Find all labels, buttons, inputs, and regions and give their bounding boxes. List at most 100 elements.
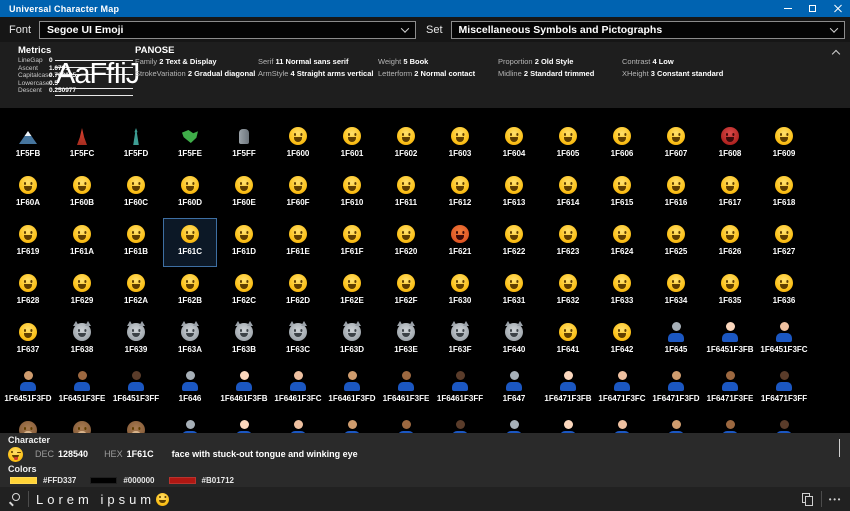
cell-1F623[interactable]: 1F623 <box>541 218 595 267</box>
cell-1F64B1F3FD[interactable]: 1F64B1F3FD <box>325 414 379 433</box>
cell-1F6461F3FC[interactable]: 1F6461F3FC <box>271 365 325 414</box>
cell-1F617[interactable]: 1F617 <box>703 169 757 218</box>
cell-1F6461F3FF[interactable]: 1F6461F3FF <box>433 365 487 414</box>
cell-1F63B[interactable]: 1F63B <box>217 316 271 365</box>
cell-1F61F[interactable]: 1F61F <box>325 218 379 267</box>
cell-1F60B[interactable]: 1F60B <box>55 169 109 218</box>
cell-1F648[interactable]: 1F648 <box>1 414 55 433</box>
cell-1F5FC[interactable]: 1F5FC <box>55 120 109 169</box>
cell-1F61C[interactable]: 1F61C <box>163 218 217 267</box>
cell-1F613[interactable]: 1F613 <box>487 169 541 218</box>
cell-1F64B[interactable]: 1F64B <box>163 414 217 433</box>
cell-1F622[interactable]: 1F622 <box>487 218 541 267</box>
cell-1F642[interactable]: 1F642 <box>595 316 649 365</box>
cell-1F64C1F3FE[interactable]: 1F64C1F3FE <box>703 414 757 433</box>
cell-1F61E[interactable]: 1F61E <box>271 218 325 267</box>
cell-1F6461F3FD[interactable]: 1F6461F3FD <box>325 365 379 414</box>
cell-1F61D[interactable]: 1F61D <box>217 218 271 267</box>
cell-1F615[interactable]: 1F615 <box>595 169 649 218</box>
cell-1F62E[interactable]: 1F62E <box>325 267 379 316</box>
cell-1F6471F3FC[interactable]: 1F6471F3FC <box>595 365 649 414</box>
minimize-button[interactable] <box>775 0 800 17</box>
cell-1F612[interactable]: 1F612 <box>433 169 487 218</box>
cell-1F64C1F3FC[interactable]: 1F64C1F3FC <box>595 414 649 433</box>
cell-1F601[interactable]: 1F601 <box>325 120 379 169</box>
cell-1F60C[interactable]: 1F60C <box>109 169 163 218</box>
cell-1F64B1F3FC[interactable]: 1F64B1F3FC <box>271 414 325 433</box>
close-button[interactable] <box>825 0 850 17</box>
cell-1F62D[interactable]: 1F62D <box>271 267 325 316</box>
cell-1F60A[interactable]: 1F60A <box>1 169 55 218</box>
cell-1F605[interactable]: 1F605 <box>541 120 595 169</box>
cell-1F606[interactable]: 1F606 <box>595 120 649 169</box>
cell-1F6471F3FF[interactable]: 1F6471F3FF <box>757 365 811 414</box>
cell-1F64B1F3FE[interactable]: 1F64B1F3FE <box>379 414 433 433</box>
font-select[interactable]: Segoe UI Emoji <box>39 21 416 39</box>
cell-1F629[interactable]: 1F629 <box>55 267 109 316</box>
cell-1F649[interactable]: 1F649 <box>55 414 109 433</box>
cell-1F626[interactable]: 1F626 <box>703 218 757 267</box>
collapse-panel-button[interactable] <box>831 49 841 59</box>
cell-1F6451F3FE[interactable]: 1F6451F3FE <box>55 365 109 414</box>
cell-1F603[interactable]: 1F603 <box>433 120 487 169</box>
cell-1F64B1F3FB[interactable]: 1F64B1F3FB <box>217 414 271 433</box>
more-options-button[interactable]: ••• <box>829 495 842 504</box>
cell-1F5FB[interactable]: 1F5FB <box>1 120 55 169</box>
cell-1F6451F3FD[interactable]: 1F6451F3FD <box>1 365 55 414</box>
cell-1F62A[interactable]: 1F62A <box>109 267 163 316</box>
cell-1F64C1F3FB[interactable]: 1F64C1F3FB <box>541 414 595 433</box>
cell-1F636[interactable]: 1F636 <box>757 267 811 316</box>
cell-1F64C1F3FD[interactable]: 1F64C1F3FD <box>649 414 703 433</box>
cell-1F60E[interactable]: 1F60E <box>217 169 271 218</box>
cell-1F630[interactable]: 1F630 <box>433 267 487 316</box>
cell-1F64C[interactable]: 1F64C <box>487 414 541 433</box>
cell-1F6451F3FC[interactable]: 1F6451F3FC <box>757 316 811 365</box>
collapse-character-panel-button[interactable] <box>839 439 840 457</box>
cell-1F62F[interactable]: 1F62F <box>379 267 433 316</box>
cell-1F614[interactable]: 1F614 <box>541 169 595 218</box>
copy-button[interactable] <box>802 493 814 506</box>
cell-1F60D[interactable]: 1F60D <box>163 169 217 218</box>
cell-1F618[interactable]: 1F618 <box>757 169 811 218</box>
cell-1F624[interactable]: 1F624 <box>595 218 649 267</box>
cell-1F628[interactable]: 1F628 <box>1 267 55 316</box>
cell-1F620[interactable]: 1F620 <box>379 218 433 267</box>
cell-1F6451F3FF[interactable]: 1F6451F3FF <box>109 365 163 414</box>
cell-1F63E[interactable]: 1F63E <box>379 316 433 365</box>
cell-1F6471F3FE[interactable]: 1F6471F3FE <box>703 365 757 414</box>
cell-1F627[interactable]: 1F627 <box>757 218 811 267</box>
cell-1F5FF[interactable]: 1F5FF <box>217 120 271 169</box>
cell-1F64A[interactable]: 1F64A <box>109 414 163 433</box>
cell-1F647[interactable]: 1F647 <box>487 365 541 414</box>
cell-1F634[interactable]: 1F634 <box>649 267 703 316</box>
cell-1F600[interactable]: 1F600 <box>271 120 325 169</box>
cell-1F63D[interactable]: 1F63D <box>325 316 379 365</box>
cell-1F6461F3FE[interactable]: 1F6461F3FE <box>379 365 433 414</box>
cell-1F5FE[interactable]: 1F5FE <box>163 120 217 169</box>
cell-1F6471F3FB[interactable]: 1F6471F3FB <box>541 365 595 414</box>
cell-1F632[interactable]: 1F632 <box>541 267 595 316</box>
cell-1F63F[interactable]: 1F63F <box>433 316 487 365</box>
cell-1F60F[interactable]: 1F60F <box>271 169 325 218</box>
cell-1F607[interactable]: 1F607 <box>649 120 703 169</box>
cell-1F646[interactable]: 1F646 <box>163 365 217 414</box>
cell-1F611[interactable]: 1F611 <box>379 169 433 218</box>
cell-1F602[interactable]: 1F602 <box>379 120 433 169</box>
cell-1F635[interactable]: 1F635 <box>703 267 757 316</box>
cell-1F616[interactable]: 1F616 <box>649 169 703 218</box>
sample-text-input[interactable]: Lorem ipsum <box>36 492 155 507</box>
cell-1F619[interactable]: 1F619 <box>1 218 55 267</box>
cell-1F637[interactable]: 1F637 <box>1 316 55 365</box>
cell-1F63C[interactable]: 1F63C <box>271 316 325 365</box>
cell-1F641[interactable]: 1F641 <box>541 316 595 365</box>
set-select[interactable]: Miscellaneous Symbols and Pictographs <box>451 21 845 39</box>
cell-1F6451F3FB[interactable]: 1F6451F3FB <box>703 316 757 365</box>
cell-1F62C[interactable]: 1F62C <box>217 267 271 316</box>
cell-1F610[interactable]: 1F610 <box>325 169 379 218</box>
cell-1F64B1F3FF[interactable]: 1F64B1F3FF <box>433 414 487 433</box>
cell-1F645[interactable]: 1F645 <box>649 316 703 365</box>
cell-1F625[interactable]: 1F625 <box>649 218 703 267</box>
cell-1F604[interactable]: 1F604 <box>487 120 541 169</box>
cell-1F63A[interactable]: 1F63A <box>163 316 217 365</box>
cell-1F631[interactable]: 1F631 <box>487 267 541 316</box>
